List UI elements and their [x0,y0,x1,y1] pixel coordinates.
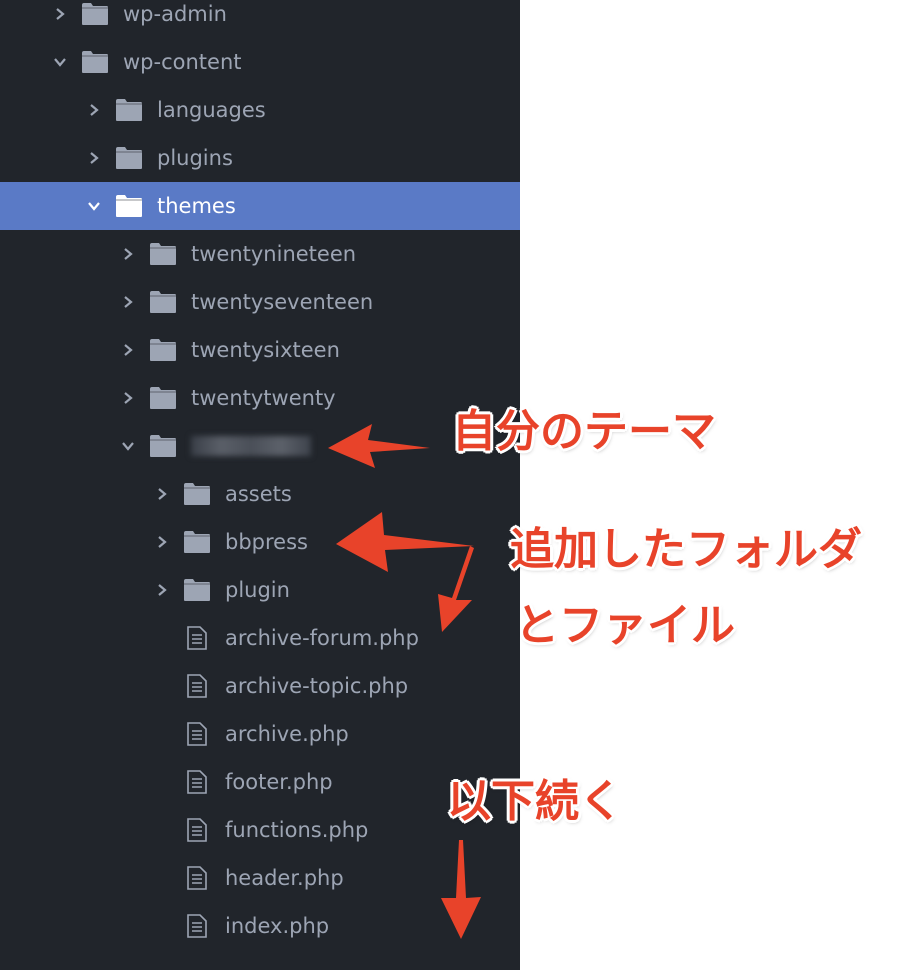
file-icon [183,914,211,938]
file-item[interactable]: archive.php [0,710,520,758]
file-item[interactable]: archive-topic.php [0,662,520,710]
file-icon [183,866,211,890]
file-icon [183,770,211,794]
folder-item[interactable]: plugins [0,134,520,182]
item-label: footer.php [225,770,333,794]
file-item[interactable]: index.php [0,902,520,950]
blurred-label [191,436,311,456]
chevron-down-icon[interactable] [53,55,67,69]
item-label: twentynineteen [191,242,357,266]
file-tree: wp-admin wp-content languages plugins themes… [0,0,520,970]
chevron-right-icon[interactable] [155,535,169,549]
item-label: archive-topic.php [225,674,409,698]
file-icon [183,722,211,746]
item-label: archive-forum.php [225,626,419,650]
folder-icon [115,194,143,218]
folder-icon [183,530,211,554]
item-label: index.php [225,914,330,938]
folder-icon [183,578,211,602]
folder-icon [149,290,177,314]
file-icon [183,626,211,650]
file-item[interactable]: header.php [0,854,520,902]
annotation-added-line2: とファイル [515,600,735,651]
chevron-right-icon[interactable] [121,295,135,309]
folder-icon [115,146,143,170]
item-label: wp-content [123,50,242,74]
folder-item[interactable]: wp-admin [0,0,520,38]
annotation-added-line1: 追加したフォルダ [510,524,862,575]
chevron-right-icon[interactable] [53,7,67,21]
folder-item[interactable]: languages [0,86,520,134]
chevron-down-icon[interactable] [121,439,135,453]
item-label: twentytwenty [191,386,336,410]
folder-icon [81,50,109,74]
folder-icon [149,338,177,362]
item-label: plugin [225,578,290,602]
chevron-right-icon[interactable] [87,103,101,117]
folder-item[interactable]: twentysixteen [0,326,520,374]
file-item[interactable]: footer.php [0,758,520,806]
item-label: twentyseventeen [191,290,374,314]
item-label: bbpress [225,530,308,554]
folder-icon [81,2,109,26]
chevron-right-icon[interactable] [121,247,135,261]
file-icon [183,818,211,842]
folder-item[interactable]: wp-content [0,38,520,86]
chevron-right-icon[interactable] [155,487,169,501]
folder-item[interactable]: plugin [0,566,520,614]
item-label: functions.php [225,818,369,842]
folder-icon [149,386,177,410]
chevron-right-icon[interactable] [121,391,135,405]
chevron-right-icon[interactable] [87,151,101,165]
chevron-right-icon[interactable] [121,343,135,357]
item-label: languages [157,98,266,122]
folder-item[interactable]: twentynineteen [0,230,520,278]
folder-icon [183,482,211,506]
folder-icon [149,434,177,458]
item-label: themes [157,194,236,218]
folder-item[interactable]: bbpress [0,518,520,566]
folder-item[interactable] [0,422,520,470]
annotation-my-theme: 自分のテーマ [452,406,716,457]
folder-icon [115,98,143,122]
item-label: assets [225,482,292,506]
file-item[interactable]: functions.php [0,806,520,854]
file-item[interactable]: archive-forum.php [0,614,520,662]
file-icon [183,674,211,698]
item-label: plugins [157,146,233,170]
item-label: twentysixteen [191,338,340,362]
folder-item[interactable]: twentyseventeen [0,278,520,326]
chevron-right-icon[interactable] [155,583,169,597]
item-label: wp-admin [123,2,227,26]
item-label: archive.php [225,722,349,746]
folder-item[interactable]: themes [0,182,520,230]
folder-item[interactable]: twentytwenty [0,374,520,422]
folder-icon [149,242,177,266]
chevron-down-icon[interactable] [87,199,101,213]
annotation-continues: 以下続く [447,776,623,827]
folder-item[interactable]: assets [0,470,520,518]
item-label: header.php [225,866,344,890]
